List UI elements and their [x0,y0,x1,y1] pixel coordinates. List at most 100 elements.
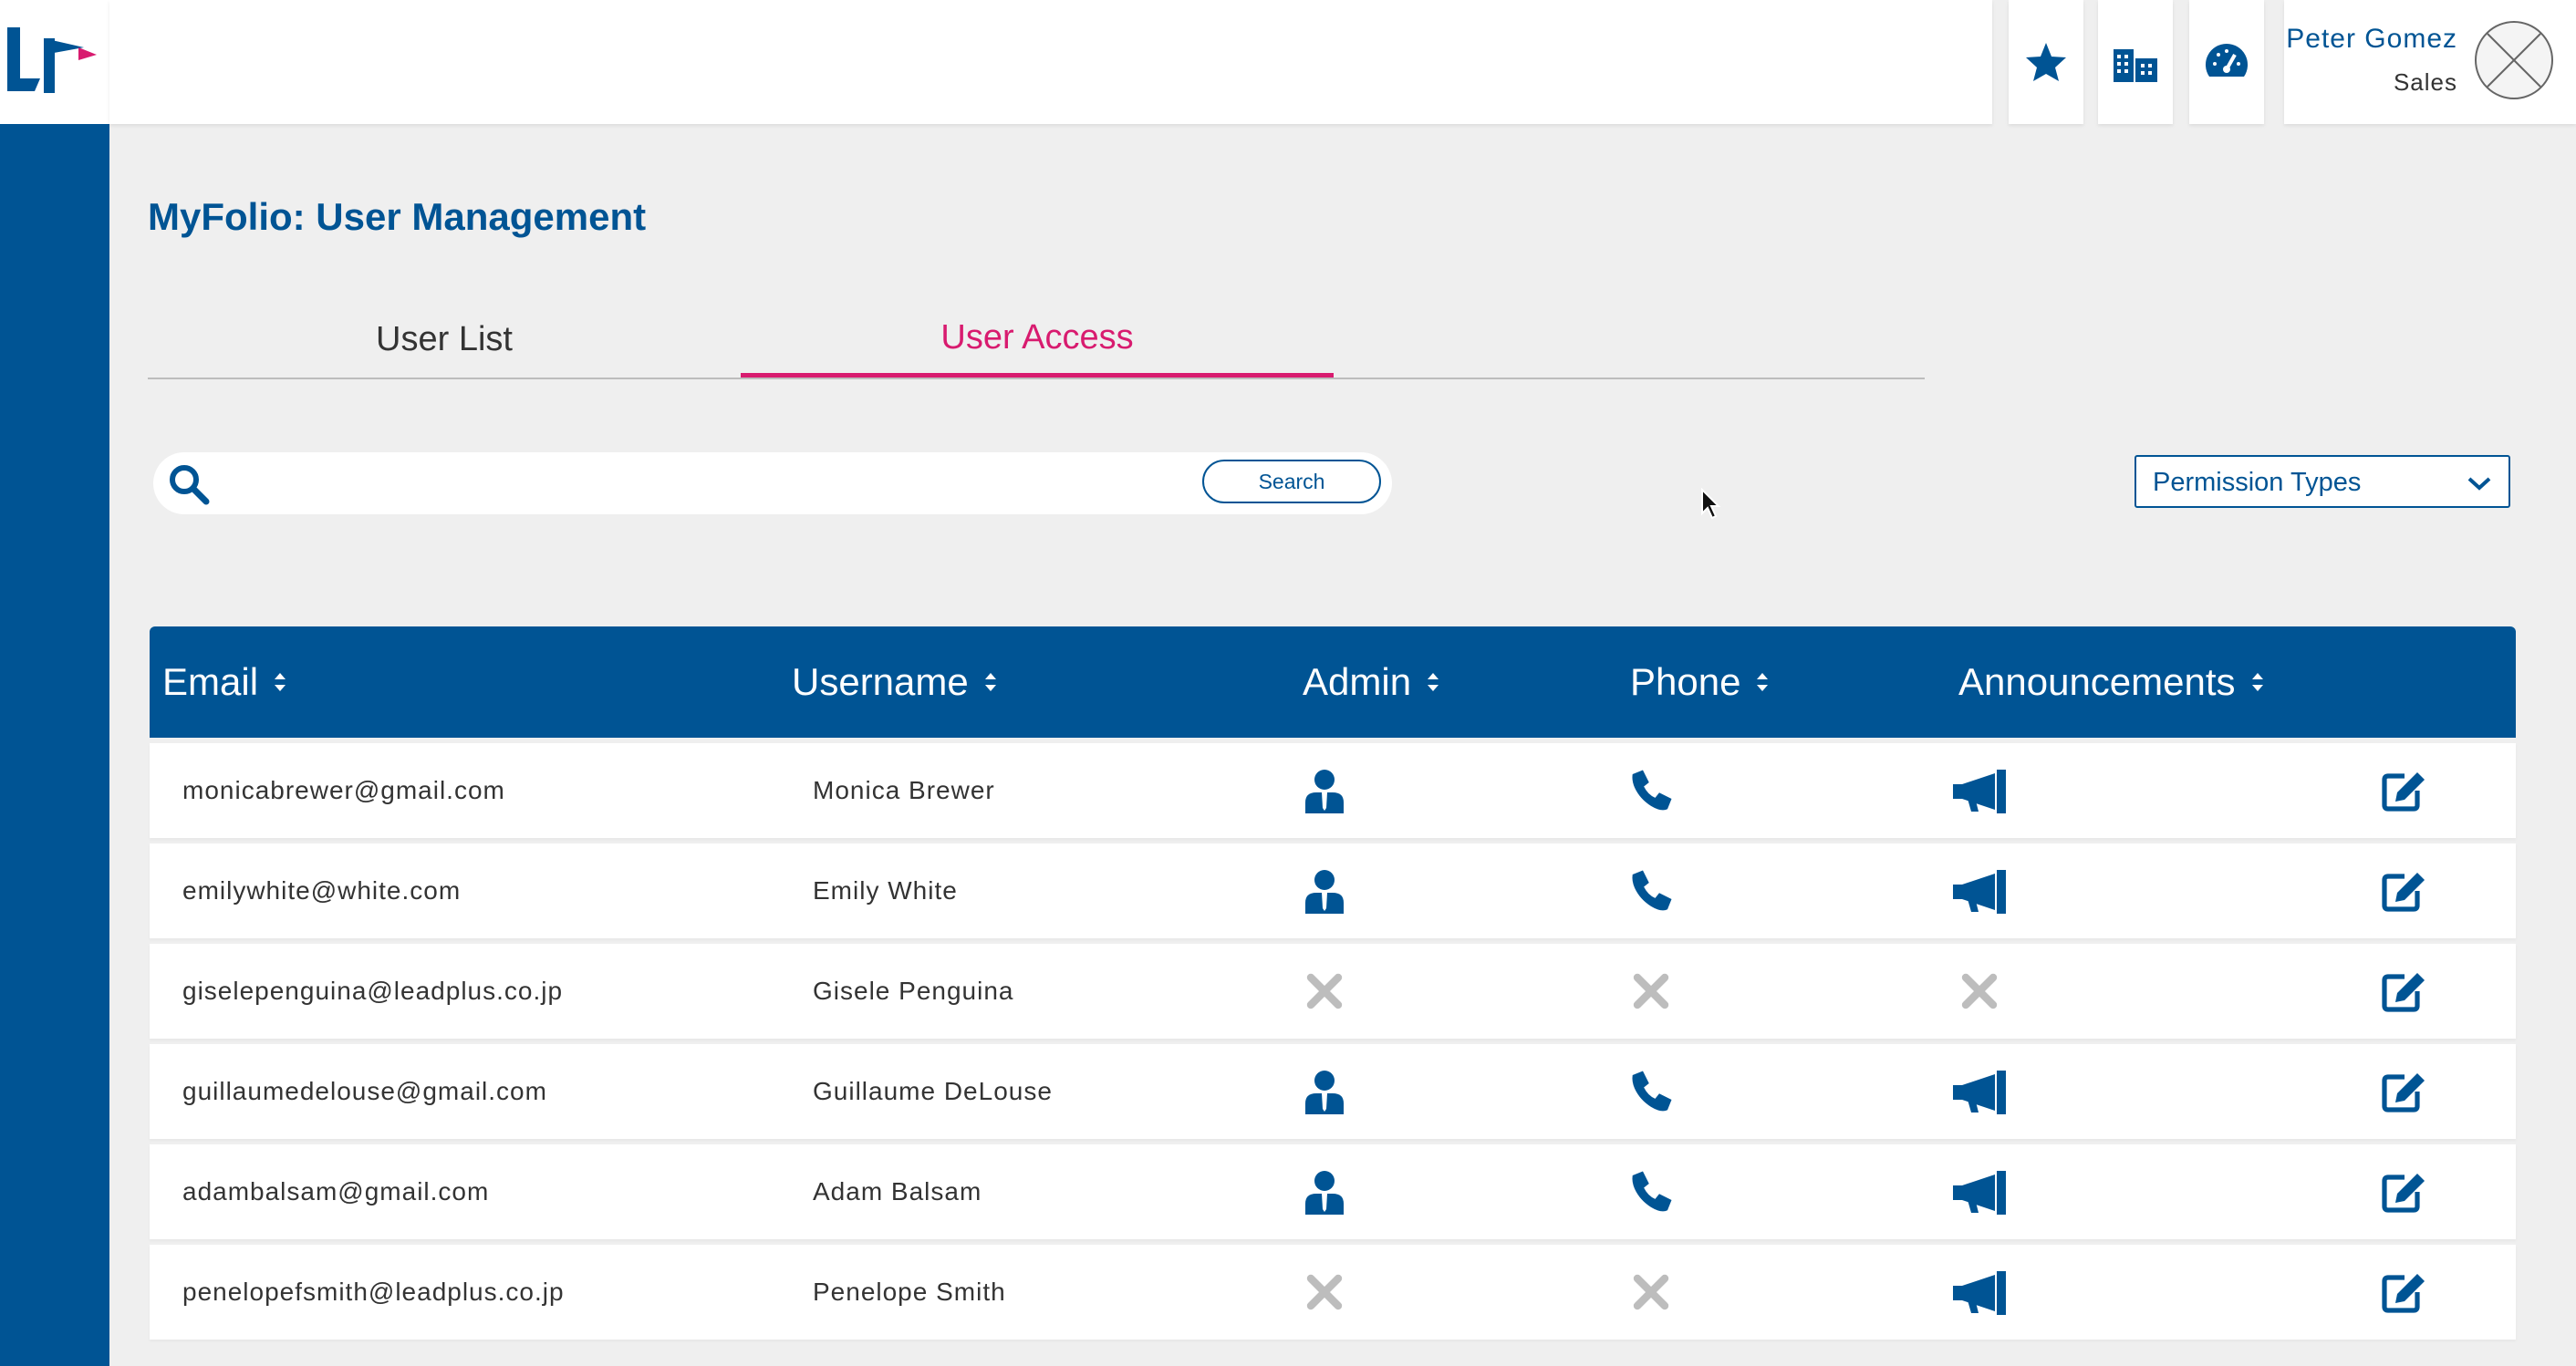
email-cell: guillaumedelouse@gmail.com [182,1077,547,1105]
search-icon [170,465,210,505]
announcements-cell [1950,1044,2009,1139]
user-admin-icon [1305,1171,1344,1215]
search-input[interactable] [226,465,1184,502]
megaphone-icon [1953,1271,2006,1315]
dashboard-button[interactable] [2189,0,2264,124]
edit-icon [2382,772,2425,812]
table-row: monicabrewer@gmail.com Monica Brewer [150,743,2516,838]
tab-user-access[interactable]: User Access [741,303,1334,378]
username-cell: Adam Balsam [813,1177,982,1206]
phone-cell [1622,743,1680,838]
username-cell: Gisele Penguina [813,977,1014,1005]
megaphone-icon [1953,870,2006,914]
username-cell: Emily White [813,876,958,905]
table-row: guillaumedelouse@gmail.com Guillaume DeL… [150,1044,2516,1139]
sidebar [0,0,109,1366]
sort-icon [1757,673,1769,691]
user-name: Peter Gomez [2286,24,2457,54]
sort-icon [275,673,286,691]
admin-cell [1295,1245,1354,1340]
admin-cell [1295,944,1354,1039]
column-header-admin[interactable]: Admin [1303,626,1440,738]
search-button[interactable]: Search [1202,460,1381,503]
column-header-email[interactable]: Email [162,626,287,738]
announcements-cell [1950,843,2009,938]
x-icon [1306,973,1343,1009]
page-title: MyFolio: User Management [148,195,647,238]
phone-icon [1632,1171,1672,1212]
x-icon [1633,973,1669,1009]
edit-icon [2382,1073,2425,1112]
search-bar: Search [153,452,1392,514]
announcements-cell [1950,743,2009,838]
phone-icon [1632,770,1672,811]
table-row: adambalsam@gmail.com Adam Balsam [150,1144,2516,1239]
user-admin-icon [1305,770,1344,813]
tab-bar: User List User Access [148,303,1925,379]
email-cell: giselepenguina@leadplus.co.jp [182,977,564,1005]
announcements-cell [1950,944,2009,1039]
sort-icon [984,673,996,691]
phone-cell [1622,1144,1680,1239]
tab-user-list[interactable]: User List [148,303,741,376]
table-row: penelopefsmith@leadplus.co.jp Penelope S… [150,1245,2516,1340]
column-header-announcements[interactable]: Announcements [1958,626,2265,738]
phone-cell [1622,1245,1680,1340]
email-cell: emilywhite@white.com [182,876,462,905]
column-header-username[interactable]: Username [792,626,998,738]
lf-logo-icon [7,27,97,93]
email-cell: penelopefsmith@leadplus.co.jp [182,1278,565,1306]
phone-icon [1632,870,1672,911]
table-header: Email Username Admin Phone Announcements [150,626,2516,738]
chevron-down-icon [2467,477,2491,491]
announcements-cell [1950,1245,2009,1340]
phone-cell [1622,944,1680,1039]
admin-cell [1295,743,1354,838]
username-cell: Guillaume DeLouse [813,1077,1053,1105]
username-cell: Penelope Smith [813,1278,1006,1306]
megaphone-icon [1953,770,2006,813]
x-icon [1306,1274,1343,1310]
sort-icon [2251,673,2263,691]
company-button[interactable] [2098,0,2173,124]
mouse-cursor-icon [1701,488,1721,520]
user-admin-icon [1305,870,1344,914]
favorites-button[interactable] [2009,0,2083,124]
sort-icon [1428,673,1439,691]
admin-cell [1295,1044,1354,1139]
edit-button[interactable] [2375,843,2434,938]
column-header-phone[interactable]: Phone [1630,626,1770,738]
star-icon [2026,43,2066,81]
top-bar [109,0,1992,124]
email-cell: monicabrewer@gmail.com [182,776,505,804]
user-access-table: Email Username Admin Phone Announcements… [150,626,2516,1340]
edit-button[interactable] [2375,1044,2434,1139]
username-cell: Monica Brewer [813,776,995,804]
logo[interactable] [0,0,109,124]
edit-button[interactable] [2375,743,2434,838]
buildings-icon [2114,49,2157,82]
table-body: monicabrewer@gmail.com Monica Brewer emi… [150,743,2516,1340]
phone-cell [1622,1044,1680,1139]
edit-icon [2382,1174,2425,1213]
user-admin-icon [1305,1071,1344,1114]
edit-button[interactable] [2375,1144,2434,1239]
announcements-cell [1950,1144,2009,1239]
phone-cell [1622,843,1680,938]
admin-cell [1295,1144,1354,1239]
phone-icon [1632,1071,1672,1112]
speedometer-icon [2205,43,2249,77]
x-icon [1633,1274,1669,1310]
edit-icon [2382,873,2425,912]
permission-types-label: Permission Types [2153,468,2362,497]
table-row: emilywhite@white.com Emily White [150,843,2516,938]
megaphone-icon [1953,1071,2006,1114]
avatar[interactable] [2474,20,2554,100]
megaphone-icon [1953,1171,2006,1215]
x-icon [1961,973,1998,1009]
user-role: Sales [2393,68,2457,96]
permission-types-dropdown[interactable]: Permission Types [2135,455,2510,508]
edit-button[interactable] [2375,944,2434,1039]
edit-button[interactable] [2375,1245,2434,1340]
edit-icon [2382,973,2425,1012]
